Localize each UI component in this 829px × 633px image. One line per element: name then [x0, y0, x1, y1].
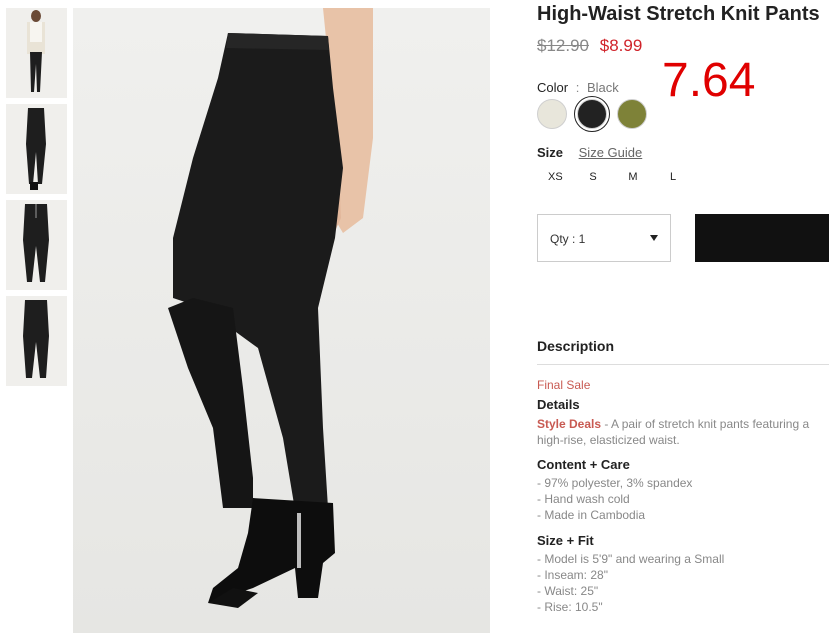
- thumbnail-1[interactable]: [6, 8, 67, 98]
- color-separator: :: [575, 80, 580, 95]
- list-item: - Rise: 10.5": [537, 600, 603, 614]
- size-option-l[interactable]: L: [653, 171, 693, 183]
- sale-price: $8.99: [599, 36, 643, 55]
- price-annotation: 7.64: [662, 54, 756, 107]
- list-item: - 97% polyester, 3% spandex: [537, 476, 693, 490]
- content-care-list: - 97% polyester, 3% spandex - Hand wash …: [537, 475, 692, 523]
- thumbnail-4[interactable]: [6, 296, 67, 386]
- thumbnail-strip: [6, 8, 67, 392]
- size-options: XS S M L: [537, 171, 693, 183]
- content-care-heading: Content + Care: [537, 457, 630, 472]
- size-option-xs[interactable]: XS: [537, 171, 573, 183]
- quantity-label: Qty : 1: [550, 232, 586, 246]
- size-option-s[interactable]: S: [573, 171, 613, 183]
- swatch-olive[interactable]: [617, 99, 647, 129]
- product-title: High-Waist Stretch Knit Pants: [537, 3, 820, 25]
- chevron-down-icon: [650, 235, 658, 241]
- final-sale-label: Final Sale: [537, 378, 591, 392]
- product-main-image: [73, 8, 490, 633]
- size-fit-heading: Size + Fit: [537, 533, 594, 548]
- description-heading: Description: [537, 338, 615, 354]
- size-option-m[interactable]: M: [613, 171, 653, 183]
- list-item: - Inseam: 28": [537, 568, 608, 582]
- list-item: - Made in Cambodia: [537, 508, 646, 522]
- swatch-black[interactable]: [574, 96, 610, 132]
- size-fit-list: - Model is 5'9" and wearing a Small - In…: [537, 551, 724, 615]
- add-to-bag-button[interactable]: [695, 214, 829, 262]
- thumbnail-3[interactable]: [6, 200, 67, 290]
- size-label: Size: [537, 145, 564, 160]
- color-swatches: [537, 96, 647, 132]
- details-heading: Details: [537, 397, 580, 412]
- color-label-row: Color : Black: [537, 80, 619, 95]
- swatch-cream[interactable]: [537, 99, 567, 129]
- quantity-select[interactable]: Qty : 1: [537, 214, 671, 262]
- list-item: - Waist: 25": [537, 584, 599, 598]
- size-label-row: Size Size Guide: [537, 145, 642, 160]
- product-info-panel: High-Waist Stretch Knit Pants $12.90 $8.…: [537, 0, 829, 633]
- size-guide-link[interactable]: Size Guide: [579, 145, 643, 160]
- thumbnail-2[interactable]: [6, 104, 67, 194]
- selected-color: Black: [586, 80, 619, 95]
- price-row: $12.90 $8.99: [537, 36, 642, 56]
- color-label: Color: [537, 80, 569, 95]
- list-item: - Model is 5'9" and wearing a Small: [537, 552, 725, 566]
- details-text: Style Deals - A pair of stretch knit pan…: [537, 416, 829, 448]
- description-divider: [537, 364, 829, 365]
- list-item: - Hand wash cold: [537, 492, 630, 506]
- style-deals-link[interactable]: Style Deals: [537, 417, 601, 431]
- original-price: $12.90: [537, 36, 589, 55]
